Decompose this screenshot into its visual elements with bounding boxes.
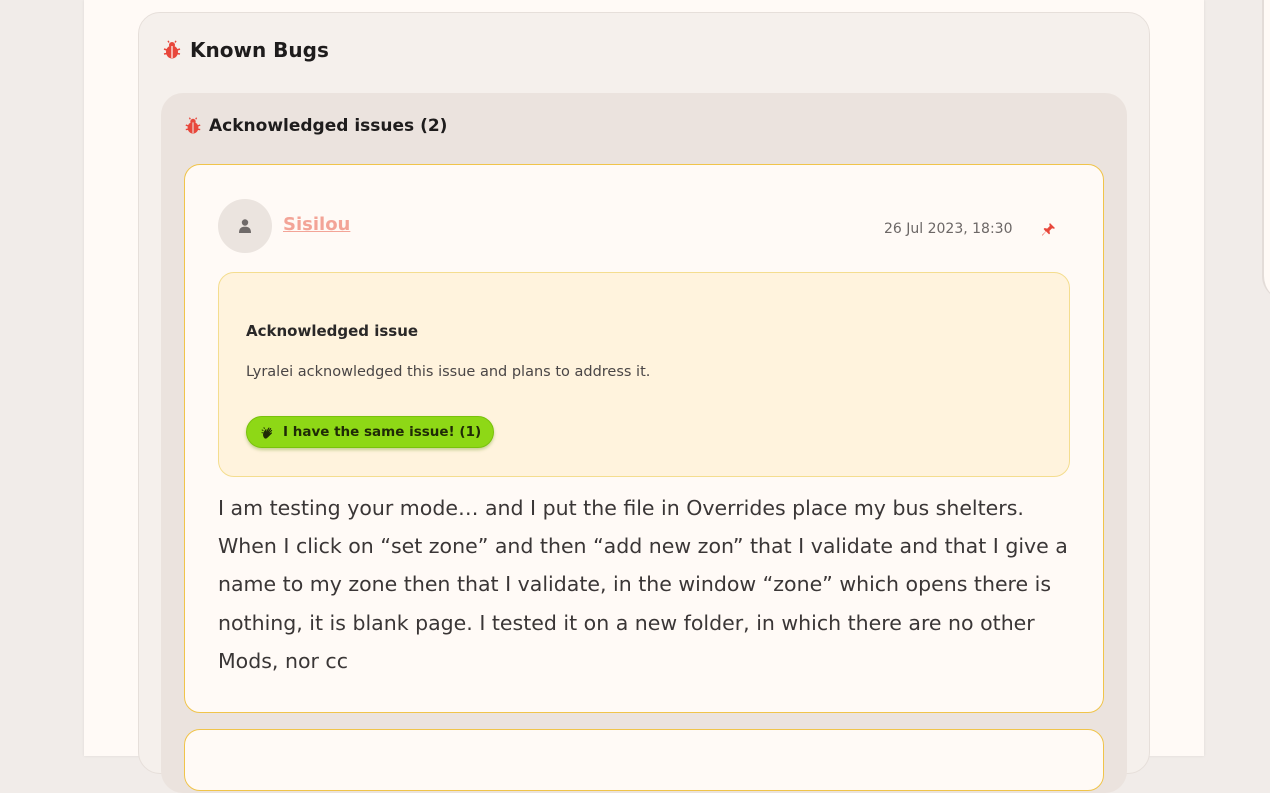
right-side-panel-edge	[1262, 0, 1270, 300]
next-issue-post-card	[184, 729, 1104, 791]
notice-text: Lyralei acknowledged this issue and plan…	[246, 364, 650, 380]
section-title: Known Bugs	[190, 38, 329, 62]
user-icon	[237, 218, 253, 234]
hand-wave-icon	[261, 425, 275, 439]
known-bugs-header: Known Bugs	[162, 38, 329, 62]
same-issue-label: I have the same issue! (1)	[283, 424, 481, 440]
same-issue-button[interactable]: I have the same issue! (1)	[246, 416, 494, 448]
author-link[interactable]: Sisilou	[283, 214, 350, 235]
avatar[interactable]	[218, 199, 272, 253]
pin-icon[interactable]	[1041, 222, 1056, 237]
group-title: Acknowledged issues (2)	[209, 116, 447, 136]
post-body-text: I am testing your mode… and I put the fi…	[218, 489, 1068, 680]
acknowledged-issues-header[interactable]: Acknowledged issues (2)	[184, 116, 447, 136]
notice-title: Acknowledged issue	[246, 322, 418, 340]
post-timestamp: 26 Jul 2023, 18:30	[884, 221, 1012, 237]
bug-icon	[184, 117, 202, 135]
bug-icon	[162, 40, 182, 60]
